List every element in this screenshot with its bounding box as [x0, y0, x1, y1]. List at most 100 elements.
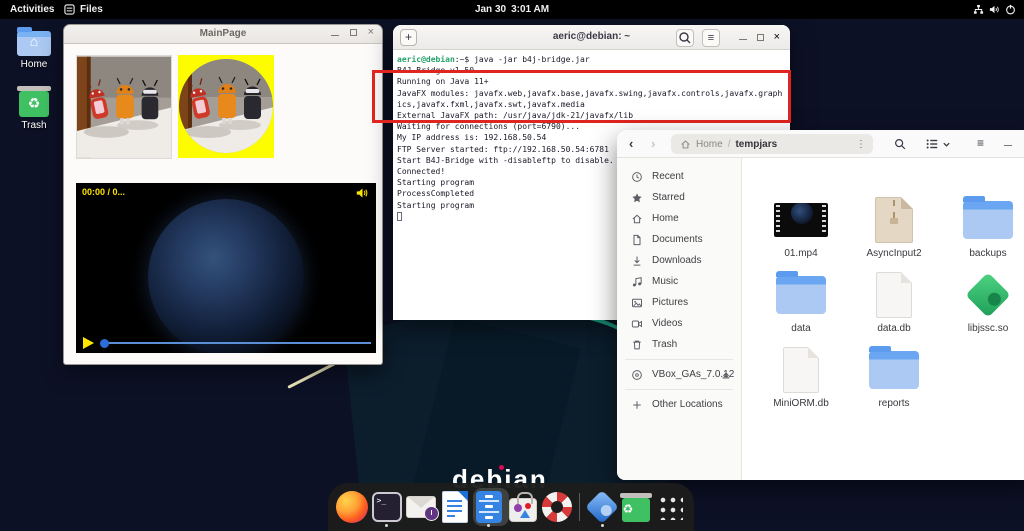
folder-icon — [869, 351, 919, 389]
maximize-button[interactable] — [757, 34, 764, 41]
sidebar-item-starred[interactable]: Starred — [617, 187, 741, 208]
terminal-menu-button[interactable]: ≡ — [702, 29, 720, 47]
mainpage-window: MainPage × 00:00 / 0... — [63, 24, 383, 365]
mainpage-titlebar[interactable]: MainPage × — [64, 25, 382, 44]
list-view-icon — [925, 137, 939, 151]
video-time-label: 00:00 / 0... — [82, 187, 125, 197]
minimize-button[interactable] — [1004, 145, 1012, 146]
view-toggle-button[interactable] — [925, 137, 965, 151]
activities-button[interactable]: Activities — [10, 0, 54, 19]
terminal-titlebar[interactable]: + aeric@debian: ~ ≡ × — [393, 25, 790, 50]
path-bar[interactable]: Home / tempjars ⋮ — [671, 134, 873, 154]
dock-item-b4j-bridge[interactable] — [587, 485, 618, 529]
file-item[interactable]: MiniORM.db — [759, 346, 843, 409]
earth-video-frame — [148, 199, 304, 353]
debian-watermark-dot — [499, 465, 504, 470]
files-grid: 01.mp4 AsyncInput2 backups data data.db … — [743, 158, 1024, 480]
download-icon — [631, 255, 643, 267]
clock-icon — [631, 171, 643, 183]
figurines-photo-circle-crop — [178, 55, 274, 158]
dock-item-trash[interactable]: ♻ — [621, 485, 652, 529]
app-menu-files[interactable]: Files — [64, 0, 103, 19]
document-icon — [631, 234, 643, 246]
music-note-icon — [631, 276, 643, 288]
video-player[interactable]: 00:00 / 0... — [76, 183, 376, 353]
path-current-folder[interactable]: tempjars — [735, 139, 777, 150]
file-item[interactable]: reports — [852, 346, 936, 409]
sidebar-item-music[interactable]: Music — [617, 271, 741, 292]
file-name: AsyncInput2 — [852, 248, 936, 259]
sidebar-item-documents[interactable]: Documents — [617, 229, 741, 250]
hamburger-menu-button[interactable]: ≡ — [977, 137, 991, 151]
seek-slider-track[interactable] — [103, 342, 371, 344]
document-file-icon — [783, 347, 819, 393]
terminal-search-button[interactable] — [676, 29, 694, 47]
sidebar-item-vbox-gas[interactable]: VBox_GAs_7.0.12 — [617, 364, 741, 385]
star-icon — [631, 192, 643, 204]
terminal-icon: >_ — [372, 492, 402, 522]
file-item[interactable]: backups — [946, 196, 1024, 259]
eject-icon[interactable] — [720, 369, 732, 381]
close-button[interactable]: × — [368, 28, 374, 37]
network-icon — [973, 4, 984, 15]
sidebar-item-trash[interactable]: Trash — [617, 334, 741, 355]
dock-item-evolution[interactable] — [405, 485, 436, 529]
minimize-button[interactable] — [739, 39, 747, 40]
file-name: backups — [946, 248, 1024, 259]
file-name: libjssc.so — [946, 323, 1024, 334]
file-item[interactable]: libjssc.so — [946, 271, 1024, 334]
desktop-icon-label: Trash — [10, 120, 58, 131]
file-item[interactable]: data.db — [852, 271, 936, 334]
blue-diamond-app-icon — [585, 490, 619, 524]
file-name: data.db — [852, 323, 936, 334]
files-app-mini-icon — [64, 4, 75, 15]
sidebar-item-downloads[interactable]: Downloads — [617, 250, 741, 271]
back-button[interactable]: ‹ — [629, 136, 633, 151]
close-button[interactable]: × — [774, 33, 780, 42]
sidebar-item-home[interactable]: Home — [617, 208, 741, 229]
file-item[interactable]: AsyncInput2 — [852, 196, 936, 259]
document-file-icon — [876, 272, 912, 318]
sidebar-item-other-locations[interactable]: Other Locations — [617, 394, 741, 415]
file-item[interactable]: data — [759, 271, 843, 334]
plus-icon — [631, 399, 643, 411]
system-status-area[interactable] — [973, 0, 1016, 19]
picture-icon — [631, 297, 643, 309]
sidebar-item-videos[interactable]: Videos — [617, 313, 741, 334]
maximize-button[interactable] — [350, 29, 357, 36]
file-item[interactable]: 01.mp4 — [759, 196, 843, 259]
terminal-prompt-line: aeric@debian:~$ java -jar b4j-bridge.jar — [397, 54, 786, 65]
figurines-photo — [76, 55, 172, 159]
files-app-icon — [476, 491, 502, 523]
dock-item-files[interactable] — [473, 485, 504, 529]
dock-item-help[interactable] — [541, 485, 572, 529]
home-icon — [680, 139, 691, 150]
dock-item-show-apps[interactable] — [655, 485, 686, 529]
path-root[interactable]: Home — [696, 139, 723, 150]
search-icon[interactable] — [893, 137, 907, 151]
play-button[interactable] — [83, 337, 94, 349]
desktop-icon-home[interactable]: ⌂ Home — [10, 27, 58, 70]
dock-item-terminal[interactable]: >_ — [371, 485, 402, 529]
trash-icon: ♻ — [622, 498, 650, 522]
sidebar-item-recent[interactable]: Recent — [617, 166, 741, 187]
home-folder-icon: ⌂ — [17, 31, 51, 56]
path-menu-button[interactable]: ⋮ — [856, 139, 866, 150]
sidebar-item-pictures[interactable]: Pictures — [617, 292, 741, 313]
minimize-button[interactable] — [331, 35, 339, 36]
video-file-icon — [774, 203, 828, 237]
dock-item-firefox[interactable] — [336, 485, 368, 529]
folder-icon — [776, 276, 826, 314]
dock-item-software[interactable] — [507, 485, 538, 529]
seek-slider-thumb[interactable] — [100, 339, 109, 348]
forward-button[interactable]: › — [651, 136, 655, 151]
file-name: MiniORM.db — [759, 398, 843, 409]
desktop-icon-trash[interactable]: ♻ Trash — [10, 86, 58, 131]
trash-icon: ♻ — [19, 91, 49, 117]
dock-item-libreoffice-writer[interactable] — [439, 485, 470, 529]
path-separator: / — [728, 139, 731, 150]
file-name: 01.mp4 — [759, 248, 843, 259]
disc-icon — [631, 369, 643, 381]
volume-icon[interactable] — [356, 187, 369, 199]
files-headerbar[interactable]: ‹ › Home / tempjars ⋮ ≡ — [617, 130, 1024, 158]
